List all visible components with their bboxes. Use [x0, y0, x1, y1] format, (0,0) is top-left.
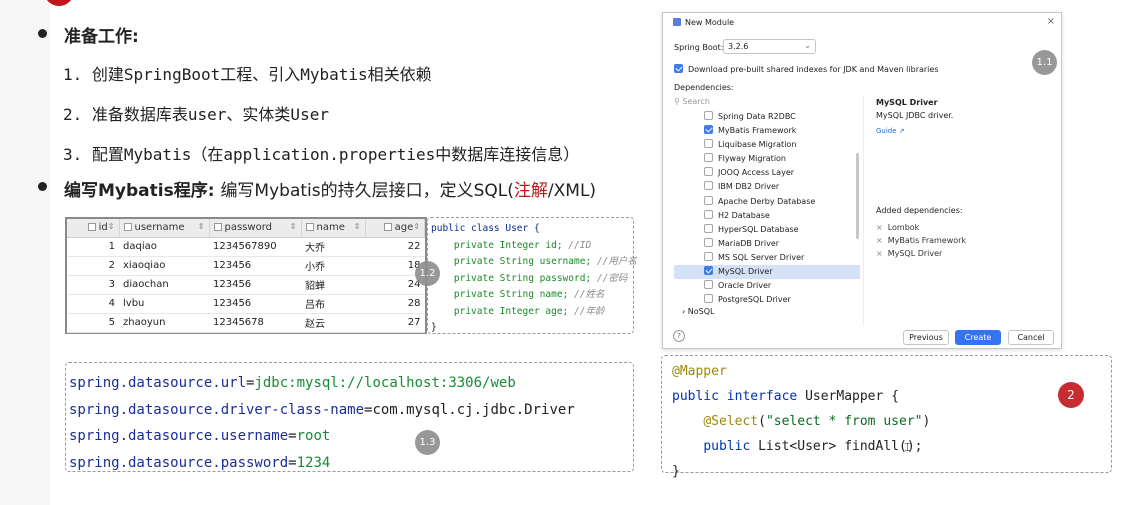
badge-2: 2 [1058, 382, 1084, 408]
table-row[interactable]: 3 diaochan 123456 貂蝉 24 [67, 275, 425, 295]
column-icon [213, 223, 222, 232]
bullet-icon [38, 182, 47, 191]
dependency-item[interactable]: Liquibase Migration [674, 138, 860, 152]
chevron-right-icon: › [682, 307, 686, 316]
sort-icon: ⇕ [197, 222, 205, 232]
user-db-table: id ⇕ username ⇕ password ⇕ name ⇕ age ⇕ 1 daqi… [65, 217, 427, 334]
user-class-code: public class User { private Integer id; … [431, 223, 637, 333]
sort-icon: ⇕ [413, 222, 420, 232]
dependency-item[interactable]: PostgreSQL Driver [674, 293, 860, 307]
added-dependency[interactable]: × MySQL Driver [876, 249, 942, 258]
column-icon [383, 223, 392, 232]
sort-icon: ⇕ [353, 222, 361, 232]
column-header-age[interactable]: age ⇕ [365, 219, 425, 238]
dependency-info-title: MySQL Driver [876, 98, 938, 107]
properties-code-box: spring.datasource.url=jdbc:mysql://local… [65, 362, 634, 472]
guide-link[interactable]: Guide ↗ [876, 127, 905, 135]
dependency-item[interactable]: JOOQ Access Layer [674, 166, 860, 180]
left-strip [0, 0, 50, 505]
new-module-dialog: New Module × Spring Boot: 3.2.6 ⌄ Downloa… [662, 12, 1062, 349]
table-row[interactable]: 4 lvbu 123456 吕布 28 [67, 294, 425, 314]
table-row[interactable]: 2 xiaoqiao 123456 小乔 18 [67, 256, 425, 276]
help-button[interactable]: ? [673, 330, 685, 342]
step-1: 1. 创建SpringBoot工程、引入Mybatis相关依赖 [63, 65, 432, 84]
dependency-search-input[interactable]: ⚲ Search [674, 97, 860, 109]
remove-icon[interactable]: × [876, 236, 883, 245]
added-dependencies-label: Added dependencies: [876, 206, 963, 215]
module-icon [673, 18, 681, 26]
dependency-scrollbar[interactable] [856, 153, 859, 239]
dependency-info-description: MySQL JDBC driver. [876, 111, 954, 120]
column-header-password[interactable]: password ⇕ [209, 219, 302, 238]
download-indexes-checkbox[interactable]: Download pre-built shared indexes for JD… [674, 64, 939, 74]
remove-icon[interactable]: × [876, 223, 883, 232]
previous-button[interactable]: Previous [903, 330, 949, 345]
mapper-code: @Mapper public interface UserMapper { @S… [672, 364, 931, 479]
badge-1-1: 1.1 [1032, 50, 1057, 75]
added-dependency[interactable]: × Lombok [876, 223, 919, 232]
chevron-down-icon: ⌄ [804, 41, 811, 50]
column-header-id[interactable]: id ⇕ [67, 219, 120, 238]
badge-1-3: 1.3 [415, 430, 440, 455]
section-heading-write: 编写Mybatis程序: 编写Mybatis的持久层接口，定义SQL(注解/XM… [64, 176, 596, 201]
table-row[interactable]: 1 daqiao 1234567890 大乔 22 [67, 237, 425, 257]
cancel-button[interactable]: Cancel [1008, 330, 1054, 345]
checkbox-checked-icon [674, 64, 683, 73]
column-icon [305, 223, 314, 232]
remove-icon[interactable]: × [876, 249, 883, 258]
create-button[interactable]: Create [955, 330, 1001, 345]
dependency-item[interactable]: Spring Data R2DBC [674, 110, 860, 124]
dialog-title: New Module [673, 18, 734, 27]
section-heading-bold: 编写Mybatis程序: [64, 181, 215, 201]
spring-boot-label: Spring Boot: [674, 43, 724, 52]
column-header-username[interactable]: username ⇕ [119, 219, 210, 238]
user-class-code-box: public class User { private Integer id; … [427, 217, 637, 334]
divider [863, 96, 864, 326]
section-heading-prepare: 准备工作: [64, 27, 139, 47]
step-2: 2. 准备数据库表user、实体类User [63, 105, 329, 124]
close-icon[interactable]: × [1047, 16, 1055, 27]
sort-icon: ⇕ [107, 222, 115, 232]
dependency-item[interactable]: HyperSQL Database [674, 223, 860, 237]
highlight-annotation: 注解 [513, 181, 548, 201]
column-icon [123, 223, 132, 232]
dependency-item[interactable]: Apache Derby Database [674, 195, 860, 209]
table-row[interactable]: 5 zhaoyun 12345678 赵云 27 [67, 313, 425, 333]
dependency-list: Spring Data R2DBC MyBatis Framework Liqu… [674, 110, 860, 314]
spring-boot-version-select[interactable]: 3.2.6 ⌄ [723, 39, 816, 54]
mouse-cursor-icon: ⌶ [904, 440, 912, 454]
key-column-icon [87, 223, 96, 232]
dependency-item[interactable]: MyBatis Framework [674, 124, 860, 138]
nosql-group[interactable]: › NoSQL [682, 307, 714, 316]
dependency-item[interactable]: Flyway Migration [674, 152, 860, 166]
dependency-item[interactable]: Oracle Driver [674, 279, 860, 293]
dependency-item[interactable]: H2 Database [674, 209, 860, 223]
bullet-icon [38, 29, 47, 38]
dependency-item[interactable]: MS SQL Server Driver [674, 251, 860, 265]
properties-code: spring.datasource.url=jdbc:mysql://local… [69, 375, 575, 471]
search-icon: ⚲ [674, 97, 680, 106]
sort-icon: ⇕ [289, 222, 297, 232]
badge-1-2: 1.2 [415, 261, 440, 286]
mapper-code-box: @Mapper public interface UserMapper { @S… [661, 355, 1112, 479]
dependencies-label: Dependencies: [674, 83, 734, 92]
column-header-name[interactable]: name ⇕ [301, 219, 366, 238]
added-dependency[interactable]: × MyBatis Framework [876, 236, 966, 245]
dependency-item[interactable]: IBM DB2 Driver [674, 180, 860, 194]
dependency-item-selected[interactable]: MySQL Driver [674, 265, 860, 280]
section-description-end: /XML) [547, 181, 597, 201]
section-description: 编写Mybatis的持久层接口，定义SQL( [220, 181, 514, 201]
dependency-item[interactable]: MariaDB Driver [674, 237, 860, 251]
step-3: 3. 配置Mybatis（在application.properties中数据库… [63, 145, 580, 164]
